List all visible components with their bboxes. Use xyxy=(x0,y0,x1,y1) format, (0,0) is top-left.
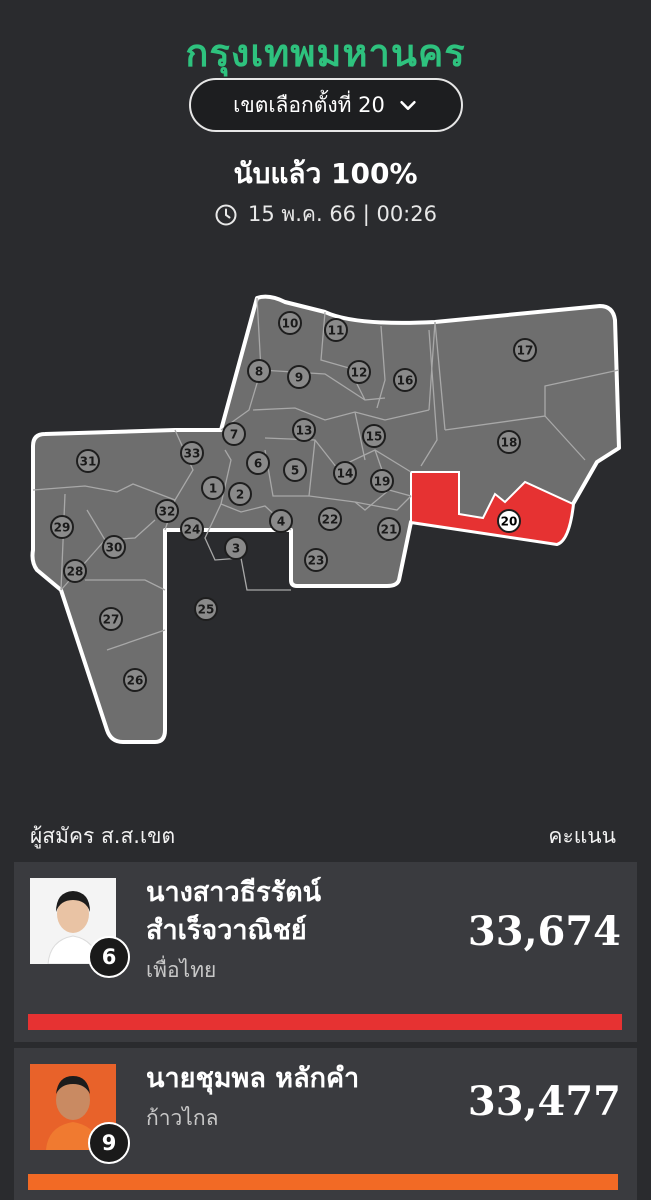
district-badge-label: 33 xyxy=(184,447,201,461)
page-title: กรุงเทพมหานคร xyxy=(185,31,466,75)
district-badge-2[interactable]: 2 xyxy=(228,482,252,506)
district-badge-label: 13 xyxy=(296,424,313,438)
district-badge-28[interactable]: 28 xyxy=(63,559,87,583)
district-badge-label: 9 xyxy=(295,371,303,385)
district-badge-31[interactable]: 31 xyxy=(76,449,100,473)
district-badge-label: 19 xyxy=(374,475,391,489)
district-badge-1[interactable]: 1 xyxy=(201,476,225,500)
district-badge-14[interactable]: 14 xyxy=(333,461,357,485)
district-badge-label: 24 xyxy=(184,523,201,537)
district-badge-30[interactable]: 30 xyxy=(102,535,126,559)
district-badge-label: 31 xyxy=(80,455,97,469)
district-badge-label: 21 xyxy=(381,523,398,537)
district-badge-19[interactable]: 19 xyxy=(370,469,394,493)
results-header: ผู้สมัคร ส.ส.เขต คะแนน xyxy=(30,820,616,853)
district-badge-label: 29 xyxy=(54,521,71,535)
candidate-name: นางสาวธีรรัตน์ สำเร็จวาณิชย์ xyxy=(146,874,466,950)
candidate-number-badge: 9 xyxy=(88,1122,130,1164)
district-badge-25[interactable]: 25 xyxy=(194,597,218,621)
candidate-name: นายชุมพล หลักคำ xyxy=(146,1063,360,1094)
district-badge-label: 27 xyxy=(103,613,120,627)
district-badge-label: 18 xyxy=(501,436,518,450)
district-select[interactable]: เขตเลือกตั้งที่ 20 xyxy=(189,78,463,132)
district-badge-label: 7 xyxy=(230,428,238,442)
district-badge-label: 1 xyxy=(209,482,217,496)
district-badge-22[interactable]: 22 xyxy=(318,507,342,531)
candidate-card[interactable]: 6 นางสาวธีรรัตน์ สำเร็จวาณิชย์ เพื่อไทย … xyxy=(14,862,637,1042)
update-time: 15 พ.ค. 66 | 00:26 xyxy=(0,198,651,231)
district-badge-16[interactable]: 16 xyxy=(393,368,417,392)
district-badge-26[interactable]: 26 xyxy=(123,668,147,692)
district-badge-23[interactable]: 23 xyxy=(304,548,328,572)
candidate-number-badge: 6 xyxy=(88,936,130,978)
district-badge-8[interactable]: 8 xyxy=(247,359,271,383)
candidate-party: ก้าวไกล xyxy=(146,1106,219,1130)
candidate-name-line1: นางสาวธีรรัตน์ xyxy=(146,877,322,908)
vote-bar xyxy=(28,1174,618,1190)
district-badge-21[interactable]: 21 xyxy=(377,517,401,541)
district-badge-15[interactable]: 15 xyxy=(362,424,386,448)
district-badge-4[interactable]: 4 xyxy=(269,509,293,533)
district-badge-label: 11 xyxy=(328,324,345,338)
district-badge-24[interactable]: 24 xyxy=(180,517,204,541)
district-badge-label: 17 xyxy=(517,344,534,358)
candidate-votes: 33,674 xyxy=(467,908,621,955)
district-badge-label: 5 xyxy=(291,464,299,478)
candidate-party: เพื่อไทย xyxy=(146,958,217,982)
district-map[interactable]: 1 2 3 4 5 6 7 8 9 10 11 12 13 14 15 16 17 18 19 20 21 22 23 24 2… xyxy=(25,290,630,750)
district-badge-label: 12 xyxy=(351,366,368,380)
district-badge-6[interactable]: 6 xyxy=(246,451,270,475)
district-badge-label: 20 xyxy=(501,515,518,529)
votes-label: คะแนน xyxy=(548,824,616,848)
district-badge-32[interactable]: 32 xyxy=(155,499,179,523)
district-badge-33[interactable]: 33 xyxy=(180,441,204,465)
district-badge-27[interactable]: 27 xyxy=(99,607,123,631)
district-badge-11[interactable]: 11 xyxy=(324,318,348,342)
district-badge-label: 15 xyxy=(366,430,383,444)
chevron-down-icon xyxy=(400,100,416,110)
district-badge-9[interactable]: 9 xyxy=(287,365,311,389)
district-badge-label: 6 xyxy=(254,457,262,471)
district-badge-7[interactable]: 7 xyxy=(222,422,246,446)
district-badge-18[interactable]: 18 xyxy=(497,430,521,454)
district-badge-5[interactable]: 5 xyxy=(283,458,307,482)
timestamp-text: 15 พ.ค. 66 | 00:26 xyxy=(248,202,437,226)
district-badge-label: 16 xyxy=(397,374,414,388)
district-badge-label: 28 xyxy=(67,565,84,579)
district-badge-3[interactable]: 3 xyxy=(224,536,248,560)
district-badge-label: 32 xyxy=(159,505,176,519)
candidate-card[interactable]: 9 นายชุมพล หลักคำ ก้าวไกล 33,477 xyxy=(14,1048,637,1200)
district-badge-29[interactable]: 29 xyxy=(50,515,74,539)
candidates-label: ผู้สมัคร ส.ส.เขต xyxy=(30,824,176,848)
counted-status: นับแล้ว 100% xyxy=(233,157,418,190)
district-badge-label: 26 xyxy=(127,674,144,688)
clock-icon xyxy=(215,204,237,225)
district-badge-label: 3 xyxy=(232,542,240,556)
district-badge-label: 30 xyxy=(106,541,123,555)
district-badge-13[interactable]: 13 xyxy=(292,418,316,442)
district-badge-20[interactable]: 20 xyxy=(497,509,521,533)
district-badge-label: 2 xyxy=(236,488,244,502)
district-badge-label: 23 xyxy=(308,554,325,568)
district-select-label: เขตเลือกตั้งที่ 20 xyxy=(233,92,385,117)
district-badge-label: 4 xyxy=(277,515,285,529)
district-badge-17[interactable]: 17 xyxy=(513,338,537,362)
candidate-name-line2: สำเร็จวาณิชย์ xyxy=(146,915,307,946)
district-badge-label: 22 xyxy=(322,513,339,527)
district-badge-10[interactable]: 10 xyxy=(278,311,302,335)
district-badge-label: 8 xyxy=(255,365,263,379)
vote-bar xyxy=(28,1014,622,1030)
district-badge-label: 25 xyxy=(198,603,215,617)
district-badge-label: 14 xyxy=(337,467,354,481)
candidate-votes: 33,477 xyxy=(467,1078,621,1125)
district-badge-12[interactable]: 12 xyxy=(347,360,371,384)
district-badge-label: 10 xyxy=(282,317,299,331)
